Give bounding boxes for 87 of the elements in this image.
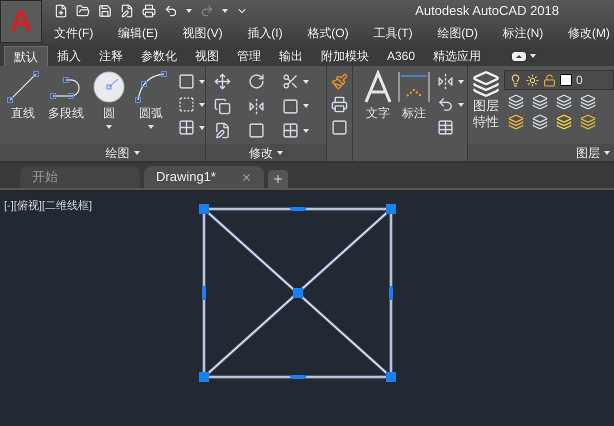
layer-icon bbox=[508, 94, 524, 110]
arc-tool-icon bbox=[134, 70, 168, 104]
circle-tool-icon bbox=[92, 70, 126, 104]
dropdown-caret-icon[interactable] bbox=[303, 80, 309, 84]
ribbon-tab[interactable]: 管理 bbox=[228, 46, 270, 66]
dropdown-caret-icon[interactable] bbox=[458, 80, 464, 84]
layer-icon bbox=[580, 94, 596, 110]
dropdown-caret-icon[interactable] bbox=[604, 150, 610, 154]
menu-item[interactable]: 文件(F) bbox=[54, 24, 94, 42]
letter-a-icon bbox=[363, 70, 394, 104]
lock-open-icon bbox=[543, 74, 556, 86]
document-tab[interactable]: Drawing1* bbox=[144, 166, 264, 188]
ribbon-tab[interactable]: 注释 bbox=[90, 46, 132, 66]
panel-title-bar[interactable]: 图层 bbox=[468, 144, 614, 161]
linear-dimension-icon[interactable] bbox=[437, 73, 454, 90]
layers-stack-icon bbox=[472, 70, 500, 98]
move-arrows-icon[interactable] bbox=[214, 73, 231, 90]
ribbon-tab[interactable]: 参数化 bbox=[132, 46, 186, 66]
close-icon[interactable] bbox=[241, 172, 252, 182]
eject-icon[interactable] bbox=[512, 52, 526, 60]
menu-item[interactable]: 标注(N) bbox=[502, 24, 544, 42]
dropdown-caret-icon[interactable] bbox=[303, 128, 309, 133]
mirror-icon[interactable] bbox=[248, 98, 265, 115]
ribbon-tool-button[interactable]: 直线 bbox=[4, 70, 42, 121]
dropdown-caret-icon[interactable] bbox=[186, 9, 192, 13]
dropdown-caret-icon[interactable] bbox=[106, 125, 112, 129]
dropdown-caret-icon[interactable] bbox=[199, 102, 205, 106]
dropdown-caret-icon[interactable] bbox=[277, 150, 284, 154]
dropdown-caret-icon[interactable] bbox=[222, 9, 228, 13]
dropdown-caret-icon[interactable] bbox=[530, 54, 536, 58]
undo-icon[interactable] bbox=[164, 4, 178, 18]
ribbon-tab[interactable]: 精选应用 bbox=[424, 46, 490, 66]
ribbon-tab[interactable]: 附加模块 bbox=[312, 46, 378, 66]
menu-item[interactable]: 编辑(E) bbox=[118, 24, 158, 42]
trim-icon[interactable] bbox=[282, 73, 299, 90]
layer-name: 0 bbox=[576, 72, 583, 89]
ribbon-tool-button[interactable]: 图层特性 bbox=[472, 70, 500, 130]
ribbon-tab[interactable]: 插入 bbox=[48, 46, 90, 66]
table-icon[interactable] bbox=[437, 119, 454, 136]
layer-icon bbox=[556, 114, 572, 130]
window-title: Autodesk AutoCAD 2018 bbox=[415, 2, 559, 20]
save-icon[interactable] bbox=[98, 4, 112, 18]
viewport-controls-label[interactable]: [-][俯视][二维线框] bbox=[4, 198, 92, 214]
panel-title-bar[interactable]: 修改 bbox=[206, 144, 326, 161]
dropdown-caret-icon[interactable] bbox=[199, 80, 205, 84]
ribbon-tab[interactable]: 默认 bbox=[4, 46, 48, 66]
copy-icon[interactable] bbox=[214, 98, 231, 115]
dropdown-caret-icon[interactable] bbox=[134, 150, 140, 154]
panel-title-bar[interactable]: 绘图 bbox=[0, 144, 205, 161]
ribbon-tool-button[interactable]: 圆 bbox=[90, 70, 128, 129]
layer-icon bbox=[556, 94, 572, 110]
menu-item[interactable]: 绘图(D) bbox=[437, 24, 478, 42]
menu-item[interactable]: 格式(O) bbox=[307, 24, 349, 42]
menu-item[interactable]: 插入(I) bbox=[247, 24, 283, 42]
ribbon-tool-button[interactable]: 文字 bbox=[361, 70, 396, 121]
dropdown-caret-icon[interactable] bbox=[458, 102, 464, 106]
dimension-tool-icon bbox=[397, 70, 432, 104]
open-folder-icon[interactable] bbox=[76, 4, 90, 18]
ribbon-tab[interactable]: A360 bbox=[378, 46, 424, 66]
ribbon-tool-button[interactable]: 标注 bbox=[395, 70, 434, 121]
ribbon-tool-button[interactable]: 圆弧 bbox=[132, 70, 170, 129]
layer-icon bbox=[532, 114, 548, 130]
layer-icon bbox=[532, 94, 548, 110]
sun-icon bbox=[526, 74, 539, 86]
plus-icon bbox=[272, 173, 284, 185]
menu-item[interactable]: 修改(M) bbox=[568, 24, 610, 42]
layer-icon bbox=[508, 114, 524, 130]
line-tool-icon bbox=[6, 70, 40, 104]
dropdown-caret-icon[interactable] bbox=[148, 125, 154, 129]
new-file-icon[interactable] bbox=[54, 4, 68, 18]
dropdown-caret-icon[interactable] bbox=[303, 104, 309, 108]
layer-dropdown[interactable]: 0 bbox=[504, 70, 614, 90]
rectangle-icon[interactable] bbox=[178, 73, 195, 90]
rotate-icon[interactable] bbox=[248, 73, 265, 90]
menu-item[interactable]: 工具(T) bbox=[373, 24, 413, 42]
layer-color-swatch bbox=[560, 74, 572, 86]
ribbon-tool-button[interactable]: 多段线 bbox=[46, 70, 86, 121]
new-tab-button[interactable] bbox=[268, 170, 288, 188]
dropdown-caret-icon[interactable] bbox=[199, 126, 205, 130]
layer-icon bbox=[580, 114, 596, 130]
print-icon[interactable] bbox=[142, 4, 156, 18]
outline-icon[interactable] bbox=[331, 119, 348, 136]
ribbon-tab[interactable]: 视图 bbox=[186, 46, 228, 66]
lightbulb-icon bbox=[509, 74, 522, 86]
menu-item[interactable]: 视图(V) bbox=[182, 24, 223, 42]
ribbon-tab[interactable]: 输出 bbox=[270, 46, 312, 66]
paintbrush-icon[interactable] bbox=[331, 73, 348, 90]
